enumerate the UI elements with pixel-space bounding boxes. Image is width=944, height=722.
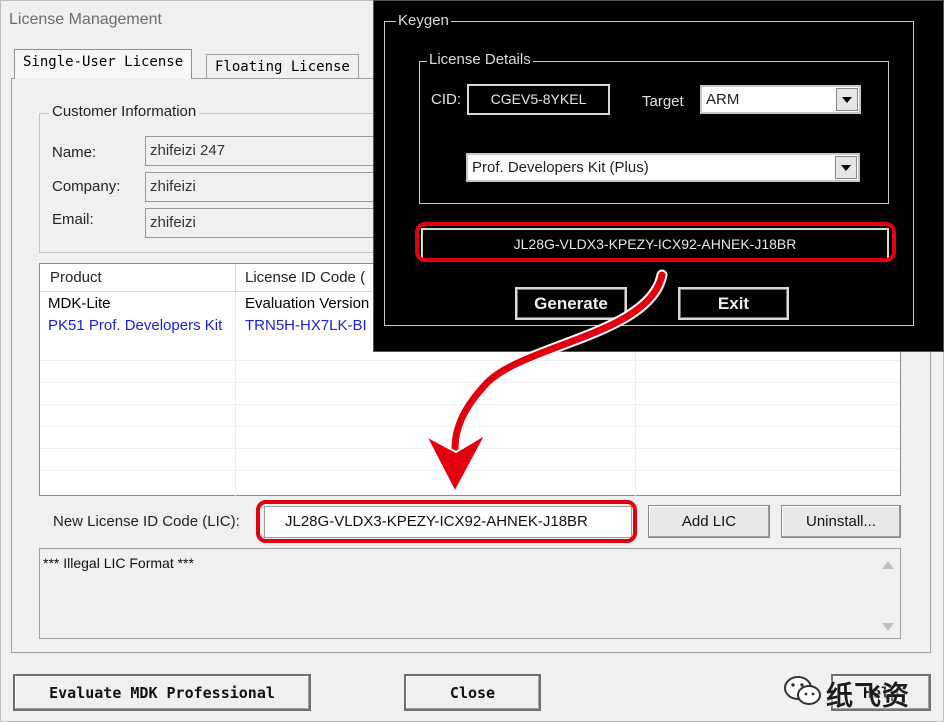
column-separator[interactable] [235, 264, 236, 292]
product-value: Prof. Developers Kit (Plus) [472, 159, 649, 176]
new-license-label: New License ID Code (LIC): [53, 513, 240, 530]
close-button[interactable]: Close [404, 674, 541, 711]
status-scrollbar[interactable] [880, 557, 896, 635]
row-license-id: TRN5H-HX7LK-BI [245, 317, 367, 334]
email-label: Email: [52, 211, 94, 228]
column-header-license-id[interactable]: License ID Code ( [245, 269, 365, 286]
scroll-up-icon[interactable] [882, 561, 894, 569]
row-gridline [40, 404, 900, 405]
target-select[interactable]: ARM [700, 85, 861, 114]
evaluate-mdk-professional-button[interactable]: Evaluate MDK Professional [13, 674, 311, 711]
target-value: ARM [706, 91, 740, 108]
window-title: License Management [9, 11, 162, 28]
input-code-highlight [256, 500, 637, 543]
status-message: *** Illegal LIC Format *** [43, 555, 194, 571]
chevron-down-icon[interactable] [835, 156, 857, 179]
product-select[interactable]: Prof. Developers Kit (Plus) [466, 153, 860, 182]
row-gridline [40, 360, 900, 361]
license-details-label: License Details [427, 51, 533, 68]
row-gridline [40, 426, 900, 427]
exit-button[interactable]: Exit [678, 287, 789, 320]
row-product: PK51 Prof. Developers Kit [48, 317, 223, 334]
name-field[interactable]: zhifeizi 247 [145, 136, 385, 166]
keygen-title: Keygen [396, 12, 451, 29]
chevron-down-icon[interactable] [836, 88, 858, 111]
name-label: Name: [52, 144, 97, 161]
license-details-group [419, 61, 889, 204]
company-label: Company: [52, 178, 121, 195]
tab-floating-license[interactable]: Floating License [206, 54, 359, 79]
target-label: Target [642, 93, 684, 110]
keygen-code-highlight [415, 222, 896, 262]
add-lic-button[interactable]: Add LIC [648, 505, 770, 538]
keygen-window: Keygen License Details CID: CGEV5-8YKEL … [373, 0, 944, 352]
company-field[interactable]: zhifeizi [145, 172, 385, 202]
row-product: MDK-Lite [48, 295, 111, 312]
uninstall-button[interactable]: Uninstall... [781, 505, 901, 538]
generate-button[interactable]: Generate [515, 287, 627, 320]
wechat-icon [784, 676, 821, 705]
column-header-product[interactable]: Product [50, 269, 102, 286]
cid-field[interactable]: CGEV5-8YKEL [467, 84, 610, 115]
row-gridline [40, 382, 900, 383]
tab-single-user-license[interactable]: Single-User License [14, 49, 193, 79]
row-gridline [40, 448, 900, 449]
status-message-box[interactable]: *** Illegal LIC Format *** [39, 548, 901, 639]
customer-information-label: Customer Information [49, 103, 200, 120]
row-gridline [40, 470, 900, 471]
email-field[interactable]: zhifeizi [145, 208, 385, 238]
row-license-id: Evaluation Version [245, 295, 370, 312]
cid-label: CID: [431, 91, 461, 108]
scroll-down-icon[interactable] [882, 623, 894, 631]
watermark-text: 纸飞资 [826, 681, 910, 711]
